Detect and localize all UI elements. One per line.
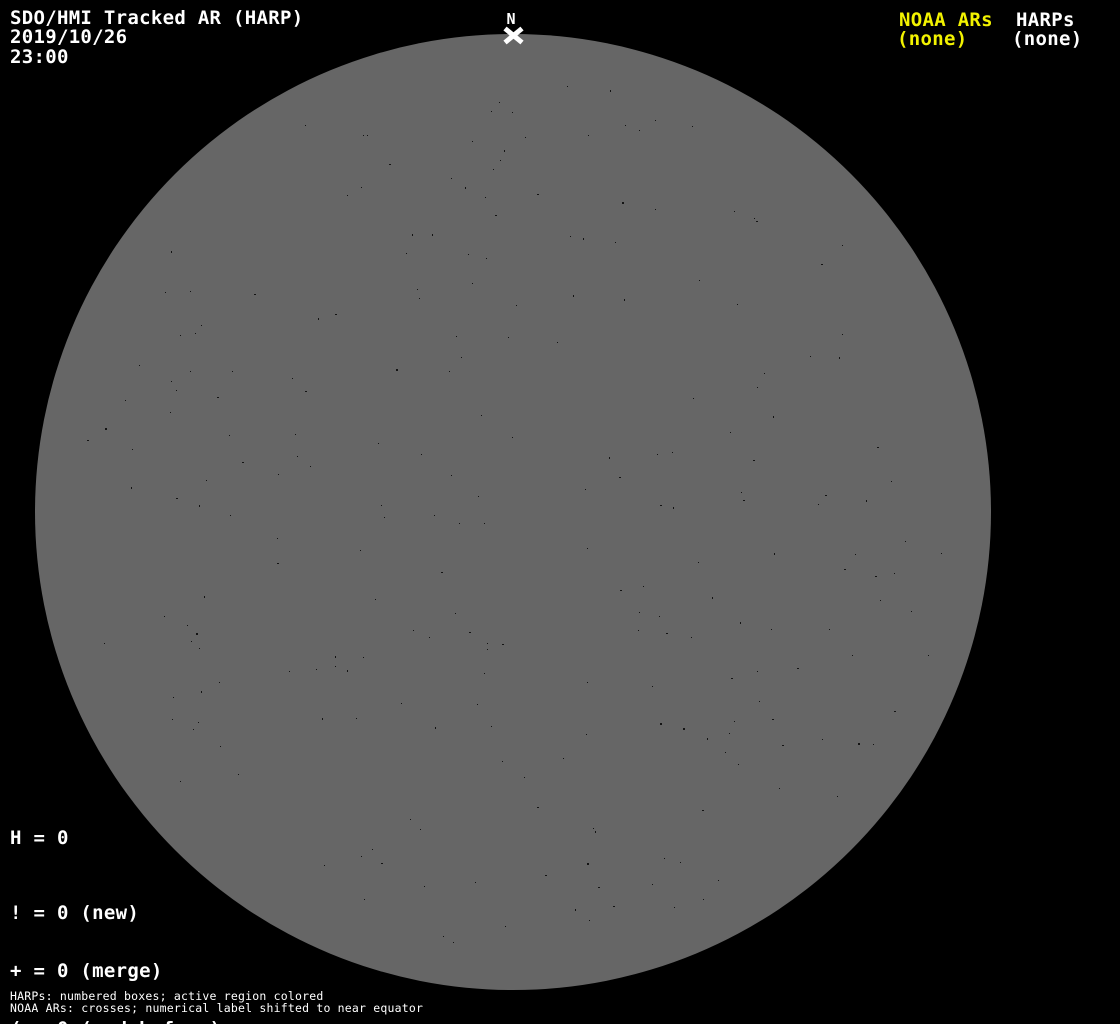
legend-item-merge: + = 0 (merge) xyxy=(10,960,163,983)
sun-disk xyxy=(35,34,991,990)
plot-title-block: SDO/HMI Tracked AR (HARP) 2019/10/26 23:00 xyxy=(10,8,303,68)
harps-value: (none) xyxy=(1012,28,1083,50)
legend-item-new: ! = 0 (new) xyxy=(10,902,140,925)
footnotes: HARPs: numbered boxes; active region col… xyxy=(10,990,424,1015)
footnote-noaa: NOAA ARs: crosses; numerical label shift… xyxy=(10,1000,424,1015)
legend-item-pad-before: ( = 0 (pad before) xyxy=(10,1019,233,1024)
plot-time: 23:00 xyxy=(10,45,69,68)
solar-harp-plot: SDO/HMI Tracked AR (HARP) 2019/10/26 23:00… xyxy=(0,0,1120,1024)
noaa-ars-value: (none) xyxy=(897,28,968,50)
legend-harp-count: H = 0 xyxy=(10,827,69,849)
north-pole-cross-icon xyxy=(503,26,524,45)
